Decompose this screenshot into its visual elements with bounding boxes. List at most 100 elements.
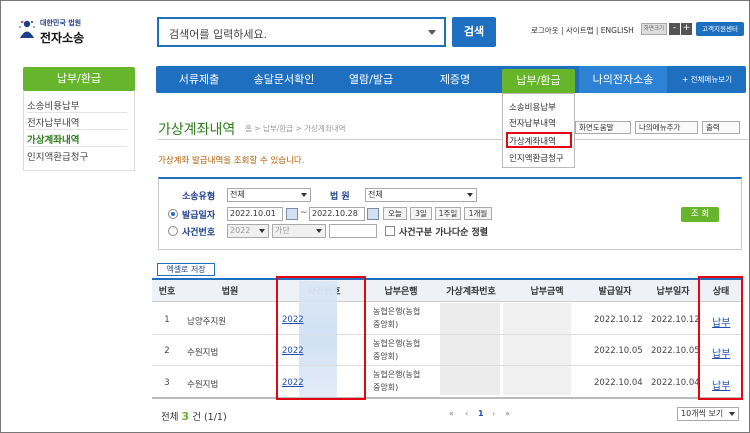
chevron-down-icon — [301, 193, 307, 197]
col-header-amount: 납부금액 — [530, 287, 564, 297]
last-page-button[interactable]: » — [505, 409, 510, 418]
row3-bank: 농협은행(농협 중앙회) — [373, 368, 420, 394]
breadcrumb: 홈 > 납부/환급 > 가상계좌내역 — [245, 124, 346, 133]
col-header-paid: 납부일자 — [656, 287, 690, 297]
case-kind-select[interactable]: 가단 — [272, 224, 326, 238]
highlight-status-column — [698, 276, 743, 400]
date-radio[interactable] — [168, 209, 178, 219]
page-title: 가상계좌내역 — [158, 122, 236, 138]
system-name: 전자소송 — [40, 31, 85, 45]
redacted-amounts — [503, 303, 571, 395]
dropdown-item-epay-history[interactable]: 전자납부내역 — [509, 117, 556, 129]
left-nav-title[interactable]: 납부/환급 — [23, 67, 135, 91]
font-size-label: 화면크기 — [641, 23, 667, 35]
case-type-label: 소송유형 — [182, 192, 216, 202]
left-nav-item-refund[interactable]: 인지액환급청구 — [27, 149, 88, 163]
left-nav-item-virtual-account[interactable]: 가상계좌내역 — [27, 132, 79, 146]
row3-issued: 2022.10.04 — [594, 378, 643, 388]
customer-center-button[interactable]: 고객지원센터 — [696, 22, 744, 36]
case-type-select[interactable]: 전체 — [227, 188, 311, 202]
row2-bank-line1: 농협은행(농협 — [373, 339, 421, 348]
date-tilde: ~ — [300, 208, 308, 218]
case-no-label: 사건번호 — [182, 228, 216, 238]
row2-no: 2 — [164, 346, 170, 356]
total-count: 전체 3 건 (1/1) — [161, 409, 227, 423]
print-button[interactable]: 출력 — [702, 121, 740, 134]
highlight-case-column — [276, 276, 366, 400]
search-input[interactable]: 검색어를 입력하세요. — [157, 17, 446, 47]
court-logo[interactable]: 대한민국 법원 전자소송 — [18, 15, 100, 49]
court-label: 법 원 — [330, 192, 350, 202]
col-header-bank: 납부은행 — [384, 287, 418, 297]
gnb-item-submit[interactable]: 서류제출 — [161, 66, 237, 93]
title-divider — [158, 139, 748, 140]
case-type-value: 전체 — [230, 190, 245, 199]
row1-bank-line1: 농협은행(농협 — [373, 307, 421, 316]
add-menu-button[interactable]: 나의메뉴추가 — [635, 121, 698, 134]
add-menu-label: 나의메뉴추가 — [639, 123, 681, 132]
calendar-icon[interactable] — [367, 208, 379, 220]
court-select[interactable]: 전체 — [365, 188, 477, 202]
dropdown-item-virtual-account[interactable]: 가상계좌내역 — [509, 135, 556, 147]
case-no-radio[interactable] — [168, 226, 178, 236]
print-label: 출력 — [706, 123, 720, 132]
case-kind-value: 가단 — [275, 226, 290, 235]
sort-label: 사건구분 가나다순 정렬 — [399, 228, 489, 238]
col-header-issued: 발급일자 — [598, 287, 632, 297]
total-prefix: 전체 — [161, 412, 179, 423]
date-label: 발급일자 — [182, 211, 216, 221]
gnb-item-view-issue[interactable]: 열람/발급 — [331, 66, 411, 93]
sort-checkbox[interactable] — [385, 226, 395, 236]
chevron-down-icon — [467, 193, 473, 197]
year-select[interactable]: 2022 — [227, 224, 269, 238]
font-increase-button[interactable]: + — [681, 23, 692, 35]
excel-button[interactable]: 엑셀로 저장 — [157, 263, 215, 276]
table-bottom-border — [152, 397, 742, 399]
quick-3day-button[interactable]: 3일 — [410, 207, 432, 220]
case-serial-input[interactable] — [329, 224, 377, 238]
query-button[interactable]: 조 회 — [681, 207, 719, 222]
quick-1month-button[interactable]: 1개월 — [464, 207, 492, 220]
first-page-button[interactable]: « — [449, 409, 454, 418]
page-1-button[interactable]: 1 — [478, 409, 484, 418]
search-button[interactable]: 검색 — [452, 17, 496, 47]
total-number: 3 — [181, 410, 190, 423]
row3-bank-line1: 농협은행(농협 — [373, 370, 421, 379]
row3-paid: 2022.10.04 — [651, 378, 700, 388]
calendar-icon[interactable] — [286, 208, 298, 220]
date-to-input[interactable]: 2022.10.28 — [309, 207, 365, 221]
row2-bank: 농협은행(농협중앙회) — [373, 337, 420, 363]
left-nav-item-epay-history[interactable]: 전자납부내역 — [27, 115, 79, 129]
divider — [27, 129, 127, 130]
date-to-value: 2022.10.28 — [312, 209, 358, 218]
chevron-down-icon — [316, 229, 322, 233]
gnb-item-certificate[interactable]: 제증명 — [415, 66, 495, 93]
next-page-button[interactable]: › — [492, 409, 495, 418]
utility-links[interactable]: 로그아웃 | 사이트맵 | ENGLISH — [531, 25, 634, 36]
quick-today-button[interactable]: 오늘 — [383, 207, 407, 220]
left-nav-item-payment[interactable]: 소송비용납부 — [27, 98, 79, 112]
help-button[interactable]: 화면도움말 — [575, 121, 631, 134]
prev-page-button[interactable]: ‹ — [465, 409, 468, 418]
chevron-down-icon[interactable] — [428, 30, 436, 35]
date-from-input[interactable]: 2022.10.01 — [227, 207, 283, 221]
row1-bank: 농협은행(농협 중앙회) — [373, 305, 420, 331]
row1-issued: 2022.10.12 — [594, 315, 643, 325]
help-label: 화면도움말 — [579, 123, 614, 132]
dropdown-item-payment[interactable]: 소송비용납부 — [509, 101, 556, 113]
row-divider — [152, 365, 742, 366]
col-header-account: 가상계좌번호 — [446, 287, 496, 297]
gnb-item-my-ecourt[interactable]: 나의전자소송 — [579, 66, 667, 93]
row2-bank-line2: 중앙회) — [373, 352, 399, 361]
row2-paid: 2022.10.05 — [651, 346, 700, 356]
quick-1week-button[interactable]: 1주일 — [435, 207, 461, 220]
font-decrease-button[interactable]: - — [669, 23, 680, 35]
all-menu-button[interactable]: + 전체메뉴보기 — [671, 66, 743, 93]
page-size-select[interactable]: 10개씩 보기 — [677, 407, 739, 421]
gnb-item-payment[interactable]: 납부/환급 — [502, 69, 575, 93]
dropdown-item-refund[interactable]: 인지액환급청구 — [509, 152, 564, 164]
row2-issued: 2022.10.05 — [594, 346, 643, 356]
search-placeholder: 검색어를 입력하세요. — [169, 28, 268, 41]
page-frame: 대한민국 법원 전자소송 검색어를 입력하세요. 검색 로그아웃 | 사이트맵 … — [0, 0, 750, 433]
gnb-item-delivery[interactable]: 송달문서확인 — [241, 66, 327, 93]
